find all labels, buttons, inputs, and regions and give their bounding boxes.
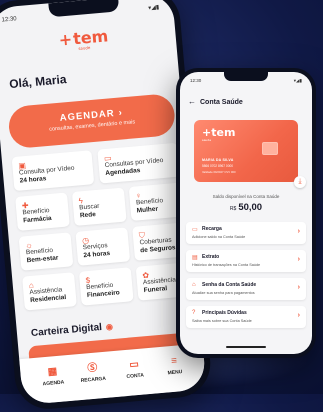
- menu-title: Principais Dúvidas: [202, 310, 247, 316]
- service-line2: Funeral: [143, 285, 168, 295]
- card-number: 5866 0702 8967 0000: [202, 164, 234, 168]
- service-card-residential[interactable]: ⌂ Assistência Residencial: [22, 272, 77, 311]
- service-card-24h[interactable]: ◷ Serviços 24 horas: [75, 227, 131, 266]
- service-line2: Bem-estar: [26, 254, 59, 265]
- tab-recarga[interactable]: Ⓢ RECARGA: [74, 361, 112, 384]
- download-icon[interactable]: ⤓: [294, 176, 306, 188]
- menu-item-password[interactable]: ⌂ Senha da Conta Saúde Atualize sua senh…: [186, 278, 306, 300]
- signal-battery-icon: ▾◢▮: [147, 4, 160, 12]
- tab-agenda[interactable]: ▦ AGENDA: [34, 365, 72, 388]
- phone-health-account: 12:30 ▾◢▮ ← Conta Saúde +tem saude MARIA …: [176, 68, 316, 358]
- schedule-button[interactable]: AGENDAR › consultas, exames, dentário e m…: [7, 92, 177, 150]
- dollar-icon: Ⓢ: [86, 362, 98, 375]
- tab-label: MENU: [167, 369, 183, 377]
- card-holder-name: MARIA DA SILVA: [202, 158, 234, 162]
- menu-title: Recarga: [202, 226, 222, 232]
- service-line2: 24 horas: [19, 175, 47, 185]
- service-line2: Mulher: [136, 205, 159, 215]
- card-chip: [262, 142, 278, 155]
- chevron-right-icon: ›: [297, 256, 300, 263]
- digital-wallet-title: Carteira Digital ◉: [31, 321, 114, 339]
- status-bar: 12:30 ▾◢▮: [190, 78, 302, 84]
- page-header: ← Conta Saúde: [188, 97, 243, 106]
- card-logo: +tem saude: [202, 126, 235, 142]
- chevron-right-icon: ›: [118, 107, 124, 119]
- menu-icon: ≡: [170, 355, 178, 368]
- greeting: Olá, Maria: [8, 72, 67, 92]
- balance-label: Saldo disponível na Conta Saúde: [212, 194, 280, 199]
- menu-subtitle: Histórico de transações na Conta Saúde: [192, 263, 261, 267]
- card-meta: Validade 09/2027 CVV 000: [202, 170, 236, 174]
- calendar-icon: ▦: [47, 366, 58, 378]
- service-line1: Benefício: [135, 197, 164, 207]
- menu-title: Extrato: [202, 254, 220, 260]
- signal-battery-icon: ▾◢▮: [293, 78, 302, 83]
- service-card-financial[interactable]: $ Benefício Financeiro: [78, 267, 134, 306]
- chevron-right-icon: ›: [297, 228, 300, 235]
- logo-plus: +: [57, 29, 73, 50]
- menu-item-statement[interactable]: ▤ Extrato Histórico de transações na Con…: [186, 250, 306, 272]
- document-icon: ▤: [192, 255, 198, 261]
- menu-item-faq[interactable]: ? Principais Dúvidas Saiba mais sobre su…: [186, 306, 306, 328]
- back-arrow-icon[interactable]: ←: [188, 97, 196, 106]
- tab-label: AGENDA: [42, 379, 65, 388]
- menu-subtitle: Atualize sua senha para pagamentos: [192, 291, 255, 295]
- service-line2: Farmácia: [22, 214, 52, 225]
- brand-logo: +tem saude: [0, 20, 176, 58]
- balance-amount: 50,00: [238, 202, 263, 213]
- health-account-screen: 12:30 ▾◢▮ ← Conta Saúde +tem saude MARIA …: [180, 72, 312, 354]
- service-line2: Rede: [79, 211, 97, 220]
- tab-conta[interactable]: ▭ CONTA: [116, 358, 154, 381]
- menu-item-recharge[interactable]: ▭ Recarga Adicione saldo na Conta Saúde …: [186, 222, 306, 244]
- help-icon: ?: [192, 310, 196, 316]
- tab-menu[interactable]: ≡ MENU: [156, 354, 194, 377]
- menu-subtitle: Adicione saldo na Conta Saúde: [192, 235, 246, 239]
- lock-icon: ⌂: [192, 282, 196, 288]
- balance-value: R$ 50,00: [180, 202, 312, 213]
- tab-label: RECARGA: [80, 375, 107, 384]
- service-line2: Financeiro: [86, 289, 121, 300]
- section-title-text: Carteira Digital: [30, 321, 103, 340]
- page-title: Conta Saúde: [200, 99, 243, 106]
- tab-label: CONTA: [126, 372, 145, 380]
- service-card-wellness[interactable]: ☼ Benefício Bem-estar: [18, 232, 74, 271]
- service-card-video-24h[interactable]: ▣ Consulta por Vídeo 24 horas: [11, 150, 95, 192]
- menu-title: Senha da Conta Saúde: [202, 282, 257, 288]
- card-validity: Validade 09/2027: [202, 170, 224, 174]
- eye-icon[interactable]: ◉: [106, 322, 114, 332]
- logo-text: tem: [211, 126, 236, 139]
- service-card-video-scheduled[interactable]: ▭ Consultas por Vídeo Agendadas: [97, 142, 180, 184]
- menu-subtitle: Saiba mais sobre sua Conta Saúde: [192, 319, 252, 323]
- service-card-pharmacy[interactable]: ✚ Benefício Farmácia: [15, 192, 70, 231]
- chevron-right-icon: ›: [297, 284, 300, 291]
- card-cvv: CVV 000: [224, 170, 236, 174]
- home-indicator: [226, 346, 266, 348]
- status-time: 12:30: [1, 16, 17, 24]
- status-time: 12:30: [190, 78, 202, 83]
- card-icon: ▭: [192, 227, 198, 233]
- service-line2: 24 horas: [83, 249, 111, 260]
- health-card: +tem saude MARIA DA SILVA 5866 0702 8967…: [194, 120, 298, 182]
- service-line1: Buscar: [78, 202, 100, 212]
- balance-currency: R$: [229, 206, 237, 212]
- chevron-right-icon: ›: [297, 312, 300, 319]
- service-card-network[interactable]: ϟ Buscar Rede: [71, 187, 127, 226]
- card-icon: ▭: [128, 358, 140, 371]
